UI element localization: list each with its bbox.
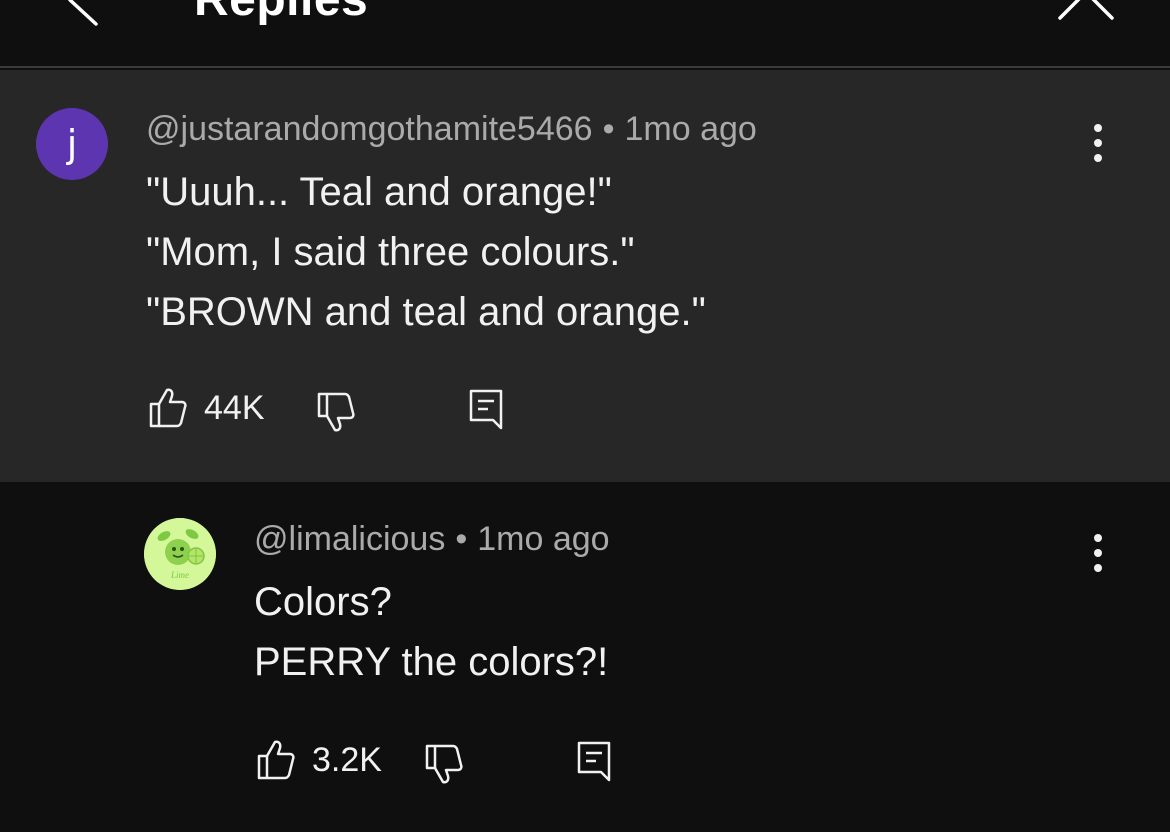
avatar[interactable]: Lime [144, 518, 216, 590]
comment-text: "Uuuh... Teal and orange!" "Mom, I said … [146, 162, 706, 342]
reply-comment: Lime @limalicious • 1mo ago Colors? PERRY … [0, 482, 1170, 832]
comment-line: "Uuuh... Teal and orange!" [146, 170, 612, 214]
comment-line: "Mom, I said three colours." [146, 230, 635, 274]
comment-line: Colors? [254, 580, 392, 624]
like-button[interactable]: 3.2K [256, 738, 382, 782]
replies-header: Replies [0, 0, 1170, 68]
close-icon[interactable] [1056, 0, 1116, 26]
lime-logo-icon: Lime [144, 518, 216, 590]
like-count: 3.2K [312, 740, 382, 779]
comment-time: 1mo ago [477, 520, 610, 558]
page-title: Replies [194, 0, 368, 24]
avatar-text: Lime [170, 570, 189, 580]
more-vertical-icon[interactable] [1078, 524, 1118, 584]
comment-icon[interactable] [576, 740, 612, 782]
parent-comment: j @justarandomgothamite5466 • 1mo ago "Uuu… [0, 70, 1170, 482]
comment-line: PERRY the colors?! [254, 640, 609, 684]
thumbs-down-icon[interactable] [316, 390, 356, 434]
like-button[interactable]: 44K [148, 386, 265, 430]
thumbs-up-icon [257, 740, 295, 780]
more-vertical-icon[interactable] [1078, 114, 1118, 174]
thumbs-up-icon [149, 388, 187, 428]
comment-text: Colors? PERRY the colors?! [254, 572, 608, 692]
comment-line: "BROWN and teal and orange." [146, 290, 706, 334]
comment-meta: @limalicious • 1mo ago [254, 520, 610, 559]
meta-separator: • [455, 520, 468, 558]
like-count: 44K [204, 388, 265, 427]
meta-separator: • [602, 110, 615, 148]
comment-meta: @justarandomgothamite5466 • 1mo ago [146, 110, 757, 149]
comment-time: 1mo ago [624, 110, 757, 148]
comment-icon[interactable] [468, 388, 504, 430]
comment-author[interactable]: @limalicious [254, 520, 445, 558]
comment-author[interactable]: @justarandomgothamite5466 [146, 110, 593, 148]
chevron-left-icon[interactable] [60, 0, 110, 30]
avatar-letter: j [66, 122, 78, 166]
thumbs-down-icon[interactable] [424, 742, 464, 786]
avatar[interactable]: j [36, 108, 108, 180]
